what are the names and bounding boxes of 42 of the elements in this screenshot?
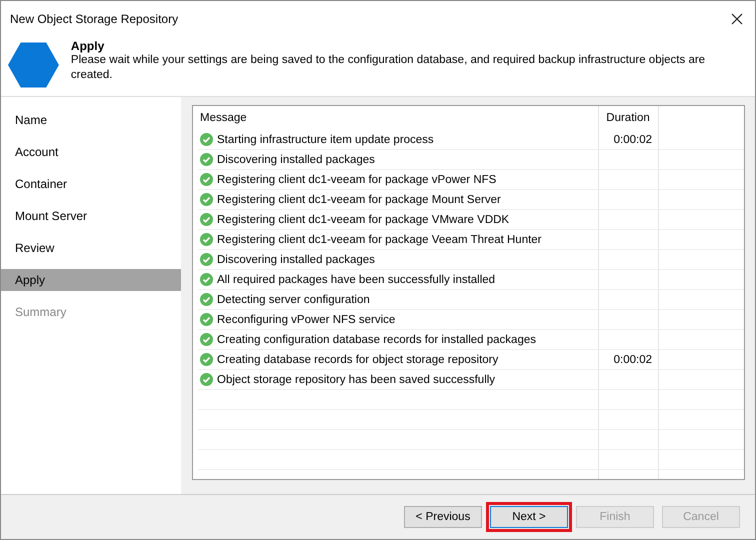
- log-message: Creating database records for object storage repository: [217, 354, 498, 366]
- log-duration: 0:00:02: [614, 354, 652, 366]
- check-circle-icon: [200, 273, 213, 286]
- log-message: Registering client dc1-veeam for package vPower NFS: [217, 174, 496, 186]
- sidebar-item[interactable]: Mount Server: [1, 205, 181, 227]
- check-circle-icon: [200, 333, 213, 346]
- log-message: All required packages have been successfully installed: [217, 274, 496, 286]
- log-message: Registering client dc1-veeam for package Veeam Threat Hunter: [217, 234, 542, 246]
- log-duration: 0:00:02: [614, 134, 652, 146]
- check-circle-icon: [200, 133, 213, 146]
- check-circle-icon: [200, 353, 213, 366]
- window-title: New Object Storage Repository: [10, 12, 178, 26]
- sidebar-item[interactable]: Apply: [1, 269, 181, 291]
- check-circle-icon: [200, 233, 213, 246]
- check-circle-icon: [200, 213, 213, 226]
- hexagon-icon: [8, 42, 59, 88]
- check-circle-icon: [200, 293, 213, 306]
- column-header[interactable]: Message: [198, 106, 598, 130]
- sidebar-item[interactable]: Container: [1, 173, 181, 195]
- page-title: Apply: [70, 39, 106, 53]
- sidebar-item[interactable]: Review: [1, 237, 181, 259]
- sidebar-item[interactable]: Account: [1, 141, 181, 163]
- check-circle-icon: [200, 373, 213, 386]
- close-icon[interactable]: [731, 12, 743, 24]
- log-message: Registering client dc1-veeam for package VMware VDDK: [217, 214, 510, 226]
- check-circle-icon: [200, 173, 213, 186]
- check-circle-icon: [200, 153, 213, 166]
- log-message: Creating configuration database records for installed packages: [217, 334, 536, 346]
- column-header[interactable]: Duration: [598, 106, 658, 130]
- check-circle-icon: [200, 193, 213, 206]
- check-circle-icon: [200, 313, 213, 326]
- log-message: Registering client dc1-veeam for package Mount Server: [217, 194, 501, 206]
- log-message: Object storage repository has been saved successfully: [217, 374, 496, 386]
- log-message: Detecting server configuration: [217, 294, 370, 306]
- check-circle-icon: [200, 253, 213, 266]
- log-message: Discovering installed packages: [217, 254, 375, 266]
- log-message: Reconfiguring vPower NFS service: [217, 314, 396, 326]
- page-description: Please wait while your settings are being saved to the configuration database, and required backup infrastructure objects are created.: [70, 53, 706, 83]
- sidebar-item[interactable]: Name: [1, 109, 181, 131]
- log-message: Discovering installed packages: [217, 154, 375, 166]
- log-message: Starting infrastructure item update process: [217, 134, 434, 146]
- wizard-button[interactable]: < Previous: [404, 506, 482, 528]
